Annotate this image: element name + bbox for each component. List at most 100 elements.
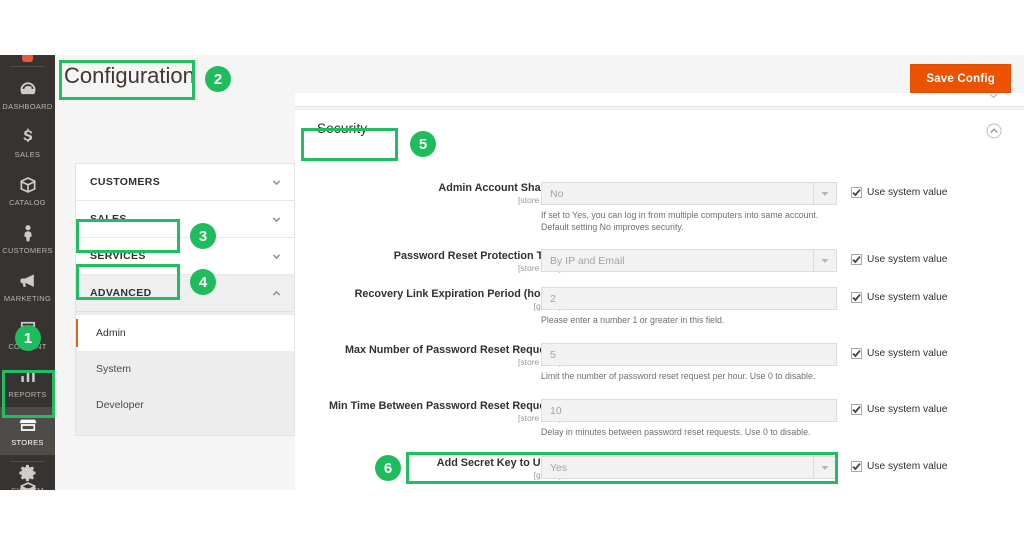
security-panel: Security Admin Account Sharing [store vi… [295, 109, 1024, 490]
field-control: No If set to Yes, you can log in from mu… [541, 182, 837, 233]
max-number-password-reset-requests-input[interactable]: 5 [541, 343, 837, 366]
use-system-value-label: Use system value [867, 348, 948, 359]
chevron-up-icon [272, 289, 281, 298]
chevron-down-icon [272, 215, 281, 224]
use-system-value-checkbox-add-secret-key-to-urls[interactable]: Use system value [851, 461, 947, 472]
field-control: 10 Delay in minutes between password res… [541, 399, 837, 438]
field-control: Yes [541, 456, 837, 479]
sidebar-item-catalog[interactable]: CATALOG [0, 167, 55, 215]
add-secret-key-to-urls-select[interactable]: Yes [541, 456, 837, 479]
field-label: Password Reset Protection Type [store vi… [301, 250, 561, 274]
input-value: 2 [550, 292, 556, 305]
use-system-value-label: Use system value [867, 292, 948, 303]
dollar-sign-icon [18, 127, 38, 147]
field-label: Min Time Between Password Reset Requests… [301, 400, 561, 424]
config-subitem-admin[interactable]: Admin [76, 315, 294, 351]
annotation-badge-6: 6 [375, 455, 401, 481]
dashboard-gauge-icon [18, 79, 38, 99]
field-scope: [global] [301, 301, 561, 312]
use-system-value-checkbox-recovery-link-expiration-period[interactable]: Use system value [851, 292, 947, 303]
annotation-badge-5: 5 [410, 131, 436, 157]
min-time-between-password-reset-requests-input[interactable]: 10 [541, 399, 837, 422]
checkbox-checked-icon [851, 292, 862, 303]
config-group-customers[interactable]: CUSTOMERS [76, 164, 294, 201]
field-help-text: Limit the number of password reset reque… [541, 371, 816, 381]
main-content: Save Config Security Admin Account Shari… [295, 55, 1024, 490]
sidebar-item-dashboard[interactable]: DASHBOARD [0, 71, 55, 119]
magento-logo-icon [22, 55, 33, 62]
chart-bar-icon [18, 367, 38, 387]
sidebar-item-stores[interactable]: STORES [0, 407, 55, 455]
screenshot-root: DASHBOARD SALES CATALOG CUSTOMERS MARKET… [0, 0, 1024, 535]
collapse-circle-up-icon[interactable] [986, 123, 1002, 139]
use-system-value-checkbox-password-reset-protection-type[interactable]: Use system value [851, 254, 947, 265]
checkbox-checked-icon [851, 254, 862, 265]
recovery-link-expiration-period-input[interactable]: 2 [541, 287, 837, 310]
config-group-advanced[interactable]: ADVANCED [76, 275, 294, 312]
field-scope: [global] [301, 470, 561, 481]
config-group-services[interactable]: SERVICES [76, 238, 294, 275]
annotation-badge-4: 4 [190, 269, 216, 295]
password-reset-protection-type-select[interactable]: By IP and Email [541, 249, 837, 272]
field-help-text: Please enter a number 1 or greater in th… [541, 315, 725, 325]
rail-divider-bottom [10, 461, 45, 462]
extensions-box-icon [18, 480, 38, 490]
config-group-label: SERVICES [90, 250, 146, 262]
sidebar-item-label: CUSTOMERS [2, 246, 53, 255]
input-value: 5 [550, 348, 556, 361]
chevron-down-icon[interactable] [813, 183, 836, 204]
use-system-value-label: Use system value [867, 254, 948, 265]
sidebar-item-label: MARKETING [3, 294, 52, 303]
security-panel-title: Security [317, 121, 368, 136]
checkbox-checked-icon [851, 404, 862, 415]
field-scope: [store view] [518, 263, 561, 273]
security-panel-header[interactable]: Security [295, 110, 1024, 154]
sidebar-item-marketing[interactable]: MARKETING [0, 263, 55, 311]
config-subitem-label: System [96, 363, 132, 375]
sidebar-item-extensions[interactable] [0, 467, 55, 490]
checkbox-checked-icon [851, 187, 862, 198]
checkbox-checked-icon [851, 348, 862, 359]
chevron-down-icon[interactable] [813, 457, 836, 478]
config-subitem-system[interactable]: System [76, 351, 294, 387]
top-gutter [0, 0, 1024, 55]
field-control: 5 Limit the number of password reset req… [541, 343, 837, 382]
field-label: Recovery Link Expiration Period (hours) … [301, 288, 561, 312]
sidebar-item-sales[interactable]: SALES [0, 119, 55, 167]
use-system-value-checkbox-admin-account-sharing[interactable]: Use system value [851, 187, 947, 198]
sidebar-item-reports[interactable]: REPORTS [0, 359, 55, 407]
config-subitem-developer[interactable]: Developer [76, 387, 294, 423]
collapsed-section-above[interactable] [295, 93, 1024, 107]
chevron-down-icon [272, 252, 281, 261]
megaphone-icon [18, 271, 38, 291]
admin-account-sharing-select[interactable]: No [541, 182, 837, 205]
field-help-text: Delay in minutes between password reset … [541, 427, 811, 437]
field-scope: [store view] [518, 195, 561, 205]
config-group-label: CUSTOMERS [90, 176, 161, 188]
annotation-badge-3: 3 [190, 223, 216, 249]
config-group-sales[interactable]: SALES [76, 201, 294, 238]
sidebar-item-customers[interactable]: CUSTOMERS [0, 215, 55, 263]
chevron-down-icon[interactable] [987, 89, 1000, 102]
sidebar-item-label: DASHBOARD [2, 102, 53, 111]
admin-sidebar-rail: DASHBOARD SALES CATALOG CUSTOMERS MARKET… [0, 55, 55, 490]
annotation-badge-2: 2 [205, 66, 231, 92]
config-group-label: ADVANCED [90, 287, 152, 299]
field-control: 2 Please enter a number 1 or greater in … [541, 287, 837, 326]
field-help-text: If set to Yes, you can log in from multi… [541, 210, 819, 232]
use-system-value-checkbox-max-number-password-reset-requests[interactable]: Use system value [851, 348, 947, 359]
sidebar-item-label: SALES [14, 150, 41, 159]
sidebar-item-label: REPORTS [8, 390, 47, 399]
use-system-value-checkbox-min-time-between-password-reset-requests[interactable]: Use system value [851, 404, 947, 415]
storefront-icon [18, 415, 38, 435]
field-label: Add Secret Key to URLs [global] [301, 457, 561, 481]
annotation-badge-1: 1 [15, 325, 41, 351]
sidebar-item-label: CATALOG [9, 198, 46, 207]
person-icon [18, 223, 38, 243]
configuration-section-menu: CUSTOMERS SALES SERVICES ADVANCED Admin [75, 163, 295, 436]
checkbox-checked-icon [851, 461, 862, 472]
chevron-down-icon[interactable] [813, 250, 836, 271]
bottom-gutter [0, 490, 1024, 535]
box-icon [18, 175, 38, 195]
use-system-value-label: Use system value [867, 461, 948, 472]
